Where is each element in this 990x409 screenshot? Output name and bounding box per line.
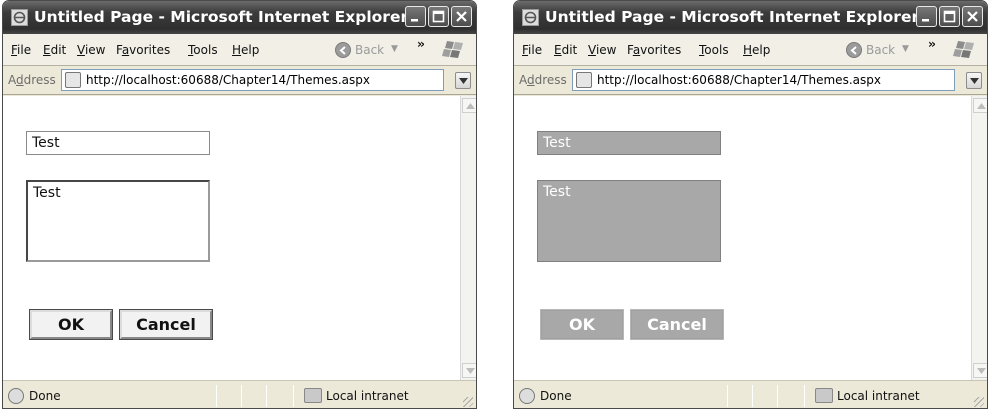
toolbar-overflow-icon[interactable]: ›› <box>417 37 425 51</box>
window-title: Untitled Page - Microsoft Internet Explo… <box>545 8 920 26</box>
ie-page-icon <box>576 72 592 88</box>
ie-done-icon <box>519 388 535 404</box>
scroll-up-icon[interactable] <box>973 98 987 113</box>
status-bar: Done Local intranet <box>514 380 987 408</box>
local-intranet-icon <box>304 388 322 403</box>
vertical-scrollbar[interactable] <box>461 96 476 380</box>
cancel-button[interactable]: Cancel <box>119 309 213 340</box>
status-divider <box>752 385 753 407</box>
menu-file[interactable]: File <box>11 43 31 57</box>
ok-button[interactable]: OK <box>29 309 113 340</box>
resize-grip-icon[interactable] <box>974 397 984 407</box>
close-icon[interactable] <box>962 6 983 27</box>
status-divider <box>804 385 805 407</box>
window-title: Untitled Page - Microsoft Internet Explo… <box>34 8 409 26</box>
toolbar-overflow-icon[interactable]: ›› <box>928 37 936 51</box>
status-text: Done <box>29 389 61 403</box>
menu-tools[interactable]: Tools <box>188 43 218 57</box>
cancel-button[interactable]: Cancel <box>630 309 724 340</box>
status-divider <box>266 385 267 407</box>
back-arrow-icon <box>846 42 862 58</box>
menu-file[interactable]: File <box>522 43 542 57</box>
minimize-icon[interactable] <box>405 6 426 27</box>
back-label: Back <box>355 43 385 57</box>
address-input[interactable]: http://localhost:60688/Chapter14/Themes.… <box>61 69 444 91</box>
ie-done-icon <box>8 388 24 404</box>
address-input[interactable]: http://localhost:60688/Chapter14/Themes.… <box>572 69 955 91</box>
dropdown-arrow-icon: ▼ <box>391 44 398 54</box>
back-arrow-icon <box>335 42 351 58</box>
maximize-icon[interactable] <box>428 6 449 27</box>
back-label: Back <box>866 43 896 57</box>
ok-button[interactable]: OK <box>540 309 624 340</box>
menu-bar: File Edit View Favorites Tools Help Back… <box>3 34 476 66</box>
status-divider <box>293 385 294 407</box>
ie-page-icon <box>11 9 28 26</box>
page-content: Test Test OK Cancel <box>514 96 972 380</box>
minimize-icon[interactable] <box>916 6 937 27</box>
address-url: http://localhost:60688/Chapter14/Themes.… <box>597 73 881 87</box>
menu-tools[interactable]: Tools <box>699 43 729 57</box>
ie-window-default: Untitled Page - Microsoft Internet Explo… <box>2 0 477 409</box>
status-divider <box>777 385 778 407</box>
test-textbox[interactable]: Test <box>537 131 721 155</box>
title-bar[interactable]: Untitled Page - Microsoft Internet Explo… <box>3 1 476 34</box>
dropdown-arrow-icon: ▼ <box>902 44 909 54</box>
menu-favorites[interactable]: Favorites <box>627 43 681 57</box>
scroll-down-icon[interactable] <box>973 363 987 378</box>
close-icon[interactable] <box>451 6 472 27</box>
address-dropdown-icon[interactable] <box>966 72 982 89</box>
menu-favorites[interactable]: Favorites <box>116 43 170 57</box>
title-bar[interactable]: Untitled Page - Microsoft Internet Explo… <box>514 1 987 34</box>
menu-edit[interactable]: Edit <box>43 43 66 57</box>
menu-edit[interactable]: Edit <box>554 43 577 57</box>
scroll-down-icon[interactable] <box>462 363 476 378</box>
test-textarea[interactable]: Test <box>26 180 210 262</box>
address-bar: Address http://localhost:60688/Chapter14… <box>514 66 987 95</box>
menu-view[interactable]: View <box>77 43 105 57</box>
menu-help[interactable]: Help <box>232 43 259 57</box>
ie-window-themed: Untitled Page - Microsoft Internet Explo… <box>513 0 988 409</box>
menu-view[interactable]: View <box>588 43 616 57</box>
address-dropdown-icon[interactable] <box>455 72 471 89</box>
address-label: Address <box>519 73 567 87</box>
status-bar: Done Local intranet <box>3 380 476 408</box>
ie-page-icon <box>522 9 539 26</box>
security-zone: Local intranet <box>837 389 920 403</box>
maximize-icon[interactable] <box>939 6 960 27</box>
scroll-up-icon[interactable] <box>462 98 476 113</box>
security-zone: Local intranet <box>326 389 409 403</box>
local-intranet-icon <box>815 388 833 403</box>
windows-logo-icon <box>953 38 979 62</box>
address-url: http://localhost:60688/Chapter14/Themes.… <box>86 73 370 87</box>
status-divider <box>727 385 728 407</box>
vertical-scrollbar[interactable] <box>972 96 987 380</box>
status-divider <box>216 385 217 407</box>
address-label: Address <box>8 73 56 87</box>
resize-grip-icon[interactable] <box>463 397 473 407</box>
status-divider <box>241 385 242 407</box>
page-content: Test Test OK Cancel <box>3 96 461 380</box>
test-textbox[interactable]: Test <box>26 131 210 155</box>
status-text: Done <box>540 389 572 403</box>
test-textarea[interactable]: Test <box>537 180 721 262</box>
menu-help[interactable]: Help <box>743 43 770 57</box>
menu-bar: File Edit View Favorites Tools Help Back… <box>514 34 987 66</box>
ie-page-icon <box>65 72 81 88</box>
address-bar: Address http://localhost:60688/Chapter14… <box>3 66 476 95</box>
windows-logo-icon <box>442 38 468 62</box>
